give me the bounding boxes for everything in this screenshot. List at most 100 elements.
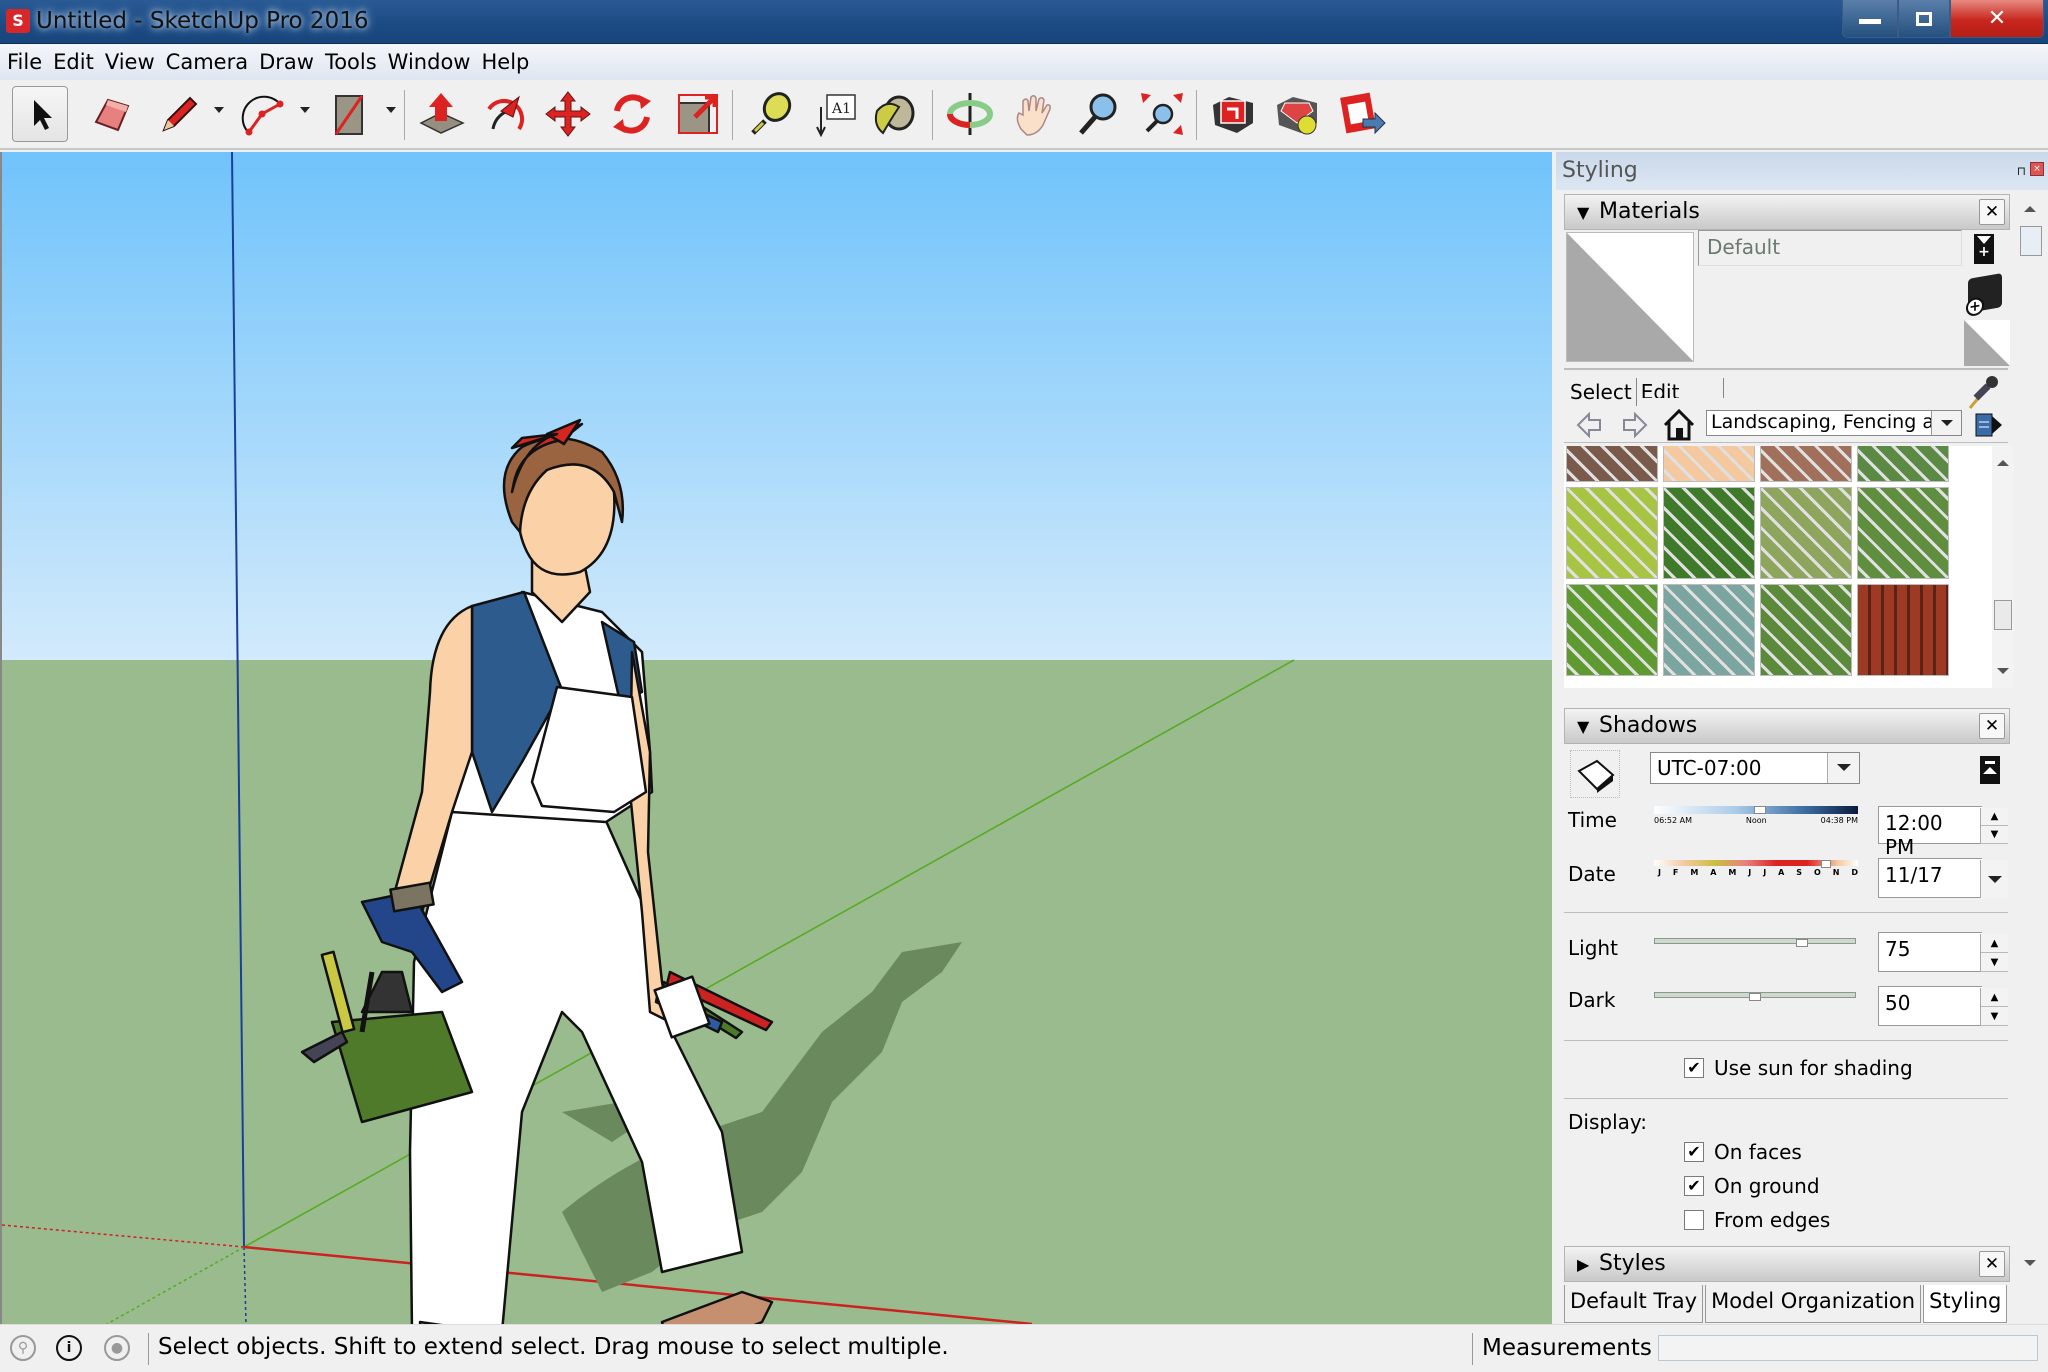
tray-scrollbar[interactable] [2016,192,2046,1282]
from-edges-checkbox[interactable] [1684,1210,1704,1230]
zoom-tool-button[interactable] [1070,86,1126,142]
toggle-shadows-button[interactable] [1570,750,1620,798]
swatch-scrollbar[interactable] [1992,446,2014,688]
info-icon[interactable]: i [56,1335,82,1361]
spin-down-icon[interactable]: ▼ [1981,826,2008,844]
tab-select[interactable]: Select [1566,378,1637,406]
eraser-tool-button[interactable] [84,86,140,142]
dark-slider-thumb[interactable] [1749,993,1761,1001]
date-field[interactable]: 11/17 [1878,858,1982,898]
dark-slider[interactable] [1654,992,1856,1001]
materials-close-button[interactable]: ✕ [1979,199,2005,225]
material-swatch-sand[interactable] [1663,446,1755,482]
paint-bucket-tool-button[interactable] [866,86,922,142]
select-tool-button[interactable] [12,86,68,142]
dark-field[interactable]: 50 [1878,986,1982,1026]
shadows-panel-header[interactable]: ▼ Shadows ✕ [1564,708,2010,744]
minimize-button[interactable] [1842,0,1898,38]
scroll-down-icon[interactable] [2024,1260,2036,1266]
geo-location-icon[interactable]: ⚲ [10,1335,36,1361]
menu-window[interactable]: Window [385,50,479,74]
tab-default-tray[interactable]: Default Tray [1564,1285,1704,1323]
collection-dropdown[interactable]: Landscaping, Fencing a [1706,410,1962,436]
timezone-dropdown[interactable]: UTC-07:00 [1650,752,1860,784]
menu-edit[interactable]: Edit [50,50,102,74]
spin-down-icon[interactable]: ▼ [1981,953,2008,972]
move-tool-button[interactable] [540,86,596,142]
menu-help[interactable]: Help [478,50,537,74]
shadows-close-button[interactable]: ✕ [1979,713,2005,739]
zoom-extents-tool-button[interactable] [1134,86,1190,142]
material-swatch-groundcover-yellow-green[interactable] [1566,487,1658,579]
material-swatch-stone-brown[interactable] [1760,446,1852,482]
time-slider-thumb[interactable] [1753,806,1766,814]
details-menu-icon[interactable] [1974,410,2004,440]
tab-edit[interactable]: Edit [1637,378,1725,398]
scroll-up-icon[interactable] [2024,206,2036,212]
user-account-icon[interactable]: ● [104,1335,130,1361]
time-field[interactable]: 12:00 PM [1878,806,1982,859]
pin-icon[interactable]: ⊓ [2017,164,2026,178]
back-arrow-icon[interactable] [1574,410,1604,440]
menu-tools[interactable]: Tools [322,50,385,74]
default-material-icon[interactable] [1964,320,2010,366]
rectangle-dropdown-icon[interactable] [386,107,396,113]
line-tool-button[interactable] [150,86,206,142]
spin-up-icon[interactable]: ▲ [1981,808,2008,826]
close-button[interactable]: ✕ [1950,0,2044,38]
light-field[interactable]: 75 [1878,932,1982,972]
rectangle-tool-button[interactable] [322,86,378,142]
time-spinner[interactable]: ▲ ▼ [1980,808,2008,844]
material-swatch-gravel-red[interactable] [1566,446,1658,482]
arc-dropdown-icon[interactable] [300,107,310,113]
3d-warehouse-button[interactable] [1206,86,1262,142]
display-secondary-selection-icon[interactable]: + [1974,234,1994,264]
use-sun-checkbox[interactable]: ✔ [1684,1058,1704,1078]
time-slider[interactable] [1654,806,1858,814]
text-tool-button[interactable]: A1 [808,86,864,142]
measurements-input[interactable] [1658,1335,2038,1361]
light-spinner[interactable]: ▲ ▼ [1980,934,2008,972]
drawing-viewport[interactable] [0,152,1552,1324]
rotate-tool-button[interactable] [604,86,660,142]
scroll-thumb[interactable] [1994,600,2012,630]
spin-down-icon[interactable]: ▼ [1981,1007,2008,1026]
orbit-tool-button[interactable] [942,86,998,142]
send-to-layout-button[interactable] [1334,86,1390,142]
menu-view[interactable]: View [102,50,163,74]
forward-arrow-icon[interactable] [1620,410,1650,440]
follow-me-tool-button[interactable] [476,86,532,142]
material-swatch-fence-wood-red[interactable] [1857,584,1949,676]
tray-close-icon[interactable]: × [2030,162,2044,176]
on-faces-checkbox[interactable]: ✔ [1684,1142,1704,1162]
on-ground-checkbox[interactable]: ✔ [1684,1176,1704,1196]
date-picker-button[interactable] [1980,860,2008,898]
pan-tool-button[interactable] [1006,86,1062,142]
date-slider-thumb[interactable] [1821,860,1832,868]
arc-tool-button[interactable] [236,86,292,142]
menu-camera[interactable]: Camera [163,50,256,74]
scale-tool-button[interactable] [670,86,726,142]
light-slider-thumb[interactable] [1796,939,1808,947]
menu-file[interactable]: File [4,50,50,74]
dark-spinner[interactable]: ▲ ▼ [1980,988,2008,1026]
styles-close-button[interactable]: ✕ [1979,1251,2005,1277]
spin-up-icon[interactable]: ▲ [1981,934,2008,953]
sample-paint-eyedropper-icon[interactable] [1966,374,1998,410]
extension-warehouse-button[interactable] [1270,86,1326,142]
date-slider[interactable] [1654,860,1858,868]
spin-up-icon[interactable]: ▲ [1981,988,2008,1007]
material-swatch-grass-dry[interactable] [1760,487,1852,579]
tape-measure-tool-button[interactable] [744,86,800,142]
push-pull-tool-button[interactable] [414,86,470,142]
create-material-icon[interactable]: + [1966,273,2002,318]
materials-panel-header[interactable]: ▼ Materials ✕ [1564,194,2010,230]
styles-panel-header[interactable]: ▶ Styles ✕ [1564,1246,2010,1282]
material-swatch-groundcover-blue-green[interactable] [1663,584,1755,676]
material-swatch-groundcover-dark-green[interactable] [1663,487,1755,579]
scroll-up-icon[interactable] [1997,460,2009,466]
collapse-shadow-settings-icon[interactable] [1980,756,2000,784]
material-name-field[interactable]: Default [1698,230,1962,266]
tab-model-organization[interactable]: Model Organization [1705,1285,1922,1323]
material-swatch-groundcover-bright[interactable] [1566,584,1658,676]
